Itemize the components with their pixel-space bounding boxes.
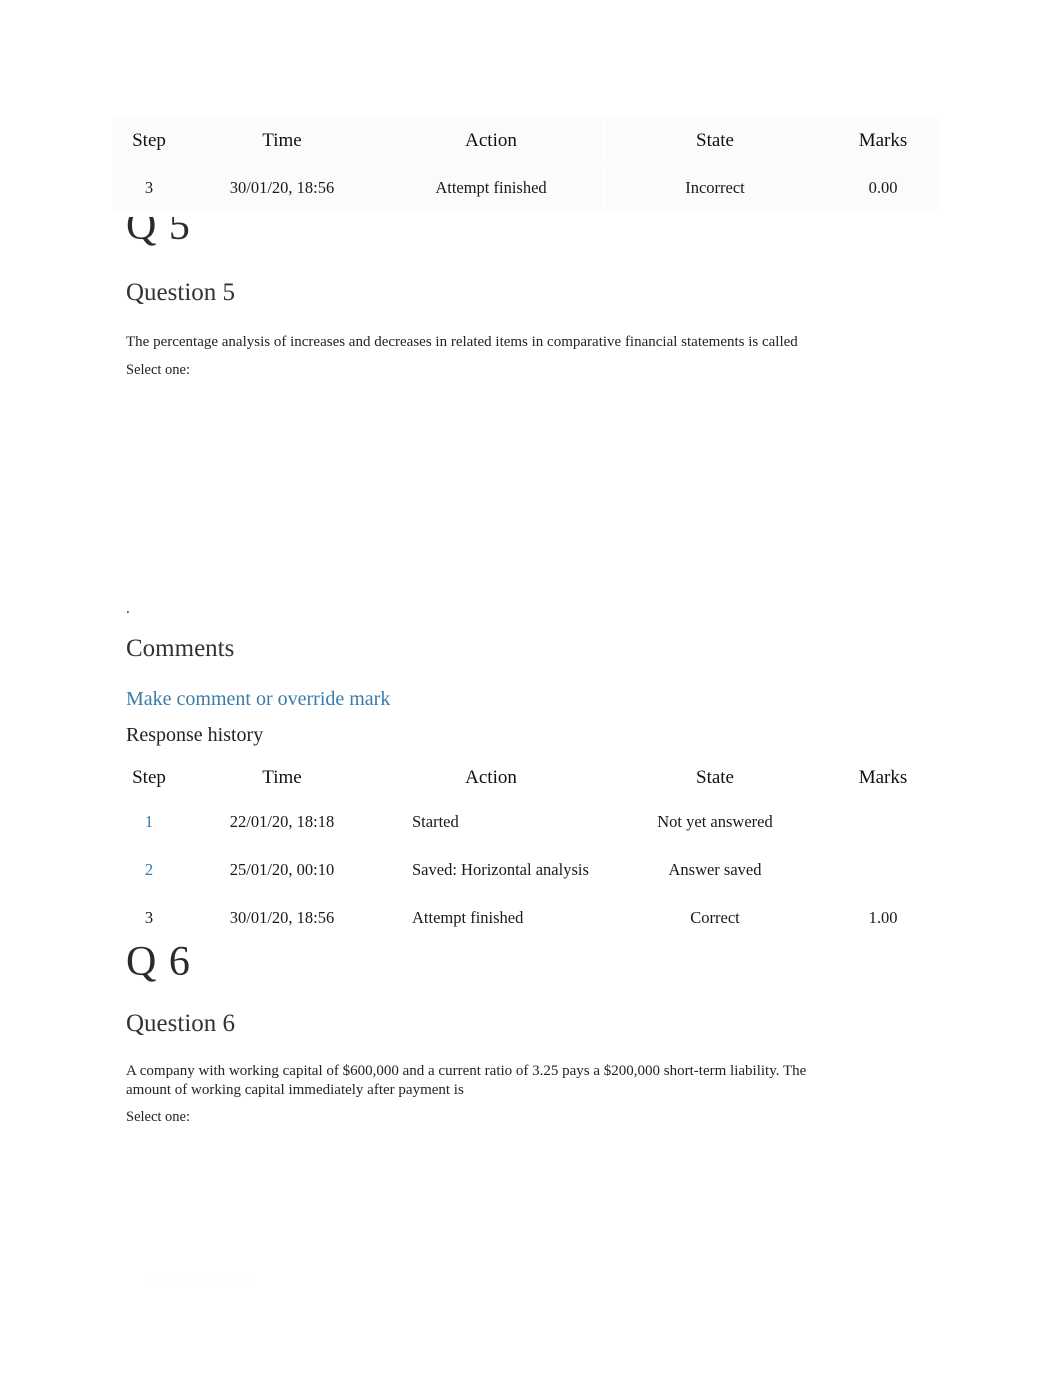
cell-state: Correct (690, 908, 740, 927)
column-header-action: Action (378, 117, 604, 165)
response-history-grid: Step Time Action State Marks 1 22/01/20,… (112, 758, 940, 942)
column-header-time: Time (262, 767, 302, 788)
cell-marks: 0.00 (826, 165, 940, 211)
question-6-heading: Question 6 (126, 1010, 236, 1037)
table-header-row: Step Time Action State Marks (112, 117, 940, 165)
column-header-marks: Marks (826, 117, 940, 165)
cell-time: 22/01/20, 18:18 (229, 812, 335, 831)
cell-marks (826, 846, 940, 894)
column-header-time: Time (186, 117, 378, 165)
question-5-trailing-dot: . (126, 601, 130, 617)
comments-heading: Comments (126, 635, 235, 662)
top-response-history-table: Step Time Action State Marks 3 30/01/20,… (112, 117, 940, 217)
response-history-heading: Response history (126, 724, 264, 746)
cell-time: 25/01/20, 00:10 (229, 860, 335, 879)
q6-big-heading: Q 6 (126, 939, 191, 985)
cell-time: 30/01/20, 18:56 (186, 165, 378, 211)
column-header-step: Step (132, 767, 166, 788)
question-5-select-one-label: Select one: (126, 362, 191, 378)
question-6-text: A company with working capital of $600,0… (126, 1063, 807, 1098)
cell-time: 30/01/20, 18:56 (229, 908, 335, 927)
table-row: 3 30/01/20, 18:56 Attempt finished Incor… (112, 165, 940, 211)
response-history-table: Step Time Action State Marks 1 22/01/20,… (112, 758, 940, 942)
cell-state: Not yet answered (657, 812, 773, 831)
table-header-row: Step Time Action State Marks (112, 758, 940, 798)
cell-step: 1 (112, 798, 186, 846)
cell-action: Attempt finished (378, 165, 604, 211)
cell-action: Started (412, 812, 459, 831)
column-header-marks: Marks (858, 767, 908, 788)
cell-action: Attempt finished (412, 908, 524, 927)
make-comment-or-override-mark-link[interactable]: Make comment or override mark (126, 687, 390, 711)
step-link-1[interactable]: 1 (145, 812, 153, 831)
question-5-heading: Question 5 (126, 279, 236, 306)
column-header-action: Action (465, 767, 517, 788)
table-row: 3 30/01/20, 18:56 Attempt finished Corre… (112, 894, 940, 942)
table-row: 2 25/01/20, 00:10 Saved: Horizontal anal… (112, 846, 940, 894)
column-header-step: Step (112, 117, 186, 165)
table-row: 1 22/01/20, 18:18 Started Not yet answer… (112, 798, 940, 846)
question-6-select-one-label: Select one: (126, 1109, 191, 1125)
cell-step: 3 (112, 165, 186, 211)
faint-text-artifact: Horizontal analysis (148, 1270, 253, 1285)
cell-state: Answer saved (668, 860, 762, 879)
cell-action: Saved: Horizontal analysis (412, 860, 589, 879)
cell-state: Incorrect (604, 165, 826, 211)
cell-marks (826, 798, 940, 846)
column-header-state: State (604, 117, 826, 165)
column-header-state: State (696, 767, 734, 788)
question-5-text: The percentage analysis of increases and… (126, 334, 798, 350)
step-link-2[interactable]: 2 (145, 860, 153, 879)
cell-step: 2 (112, 846, 186, 894)
cell-marks: 1.00 (868, 908, 898, 927)
top-history-grid: Step Time Action State Marks 3 30/01/20,… (112, 117, 940, 211)
cell-step: 3 (144, 908, 154, 927)
